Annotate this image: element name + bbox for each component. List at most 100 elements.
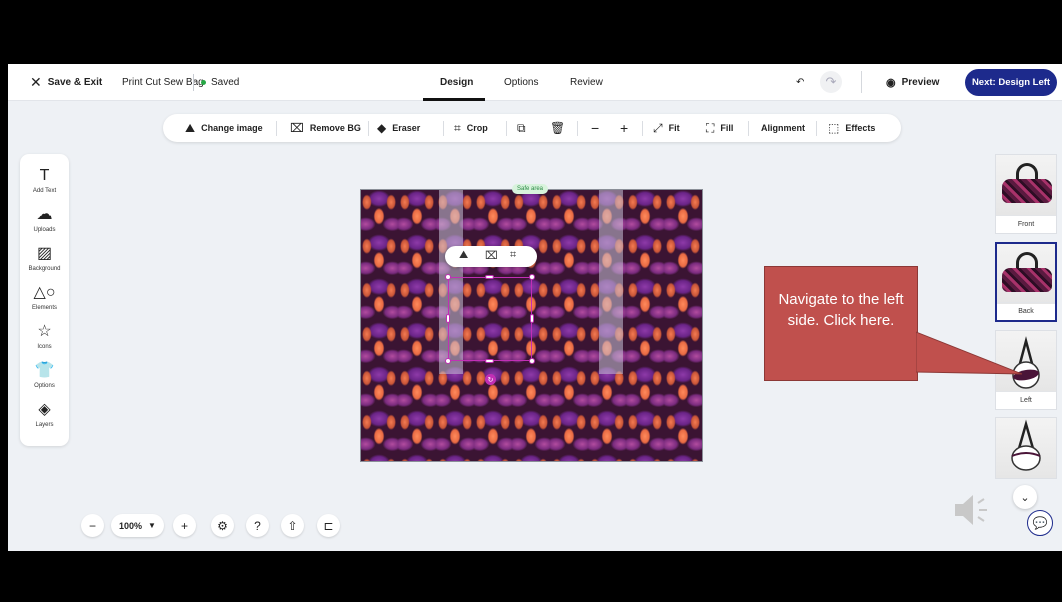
- active-tab-indicator: [423, 98, 485, 101]
- preview-button[interactable]: ◉ Preview: [886, 64, 939, 101]
- header-divider: [193, 74, 194, 91]
- tab-review[interactable]: Review: [570, 64, 603, 101]
- resize-handle-top[interactable]: [485, 275, 494, 279]
- elements-tool[interactable]: △○ Elements: [20, 283, 69, 323]
- toolbar-divider: [276, 121, 277, 136]
- header-divider-2: [861, 71, 862, 93]
- zoom-out-button[interactable]: −: [81, 514, 104, 537]
- resize-handle[interactable]: [529, 358, 535, 364]
- change-image-icon[interactable]: ⛰: [459, 249, 468, 262]
- save-exit-button[interactable]: ✕ Save & Exit: [30, 64, 102, 101]
- close-icon: ✕: [30, 74, 42, 90]
- resize-handle[interactable]: [445, 358, 451, 364]
- share-button[interactable]: ⇧: [281, 514, 304, 537]
- next-design-left-button[interactable]: Next: Design Left: [965, 69, 1057, 96]
- eraser-icon: ◆: [377, 121, 387, 135]
- resize-handle-left[interactable]: [446, 314, 450, 323]
- chat-button[interactable]: 💬: [1027, 510, 1053, 536]
- crop-icon[interactable]: ⌗: [510, 249, 516, 262]
- elements-icon: △○: [33, 284, 56, 301]
- fill-button[interactable]: ⛶ Fill: [706, 114, 733, 142]
- duplicate-icon[interactable]: ⧉: [517, 114, 526, 142]
- resize-handle[interactable]: [529, 274, 535, 280]
- tutorial-callout: Navigate to the left side. Click here.: [764, 266, 918, 381]
- toolbar-divider: [443, 121, 444, 136]
- toolbar-divider: [368, 121, 369, 136]
- zoom-out-image-icon[interactable]: −: [591, 114, 599, 142]
- zoom-in-image-icon[interactable]: +: [620, 114, 628, 142]
- eraser-button[interactable]: ◆ Eraser: [377, 114, 420, 142]
- icons-label: Icons: [37, 344, 52, 350]
- left-tool-rail: T Add Text ☁ Uploads ▨ Background △○ Ele…: [20, 154, 69, 446]
- chevron-down-icon: ⌄: [1020, 491, 1030, 504]
- save-status: Saved: [201, 64, 239, 101]
- resize-handle-right[interactable]: [530, 314, 534, 323]
- crop-icon: ⌗: [454, 120, 461, 135]
- crop-label: Crop: [466, 123, 488, 133]
- remove-bg-icon[interactable]: ⌧: [485, 249, 498, 262]
- upload-icon: ☁: [36, 206, 53, 223]
- icons-tool[interactable]: ☆ Icons: [20, 322, 69, 362]
- view-thumb-back[interactable]: Back: [995, 242, 1057, 322]
- speaker-icon[interactable]: [953, 491, 995, 529]
- safe-area-badge: Safe area: [512, 184, 549, 194]
- bag-shape: [1002, 268, 1052, 292]
- selection-mini-toolbar: ⛰ ⌧ ⌗: [445, 246, 537, 267]
- fit-button[interactable]: ⤢ Fit: [653, 114, 680, 142]
- save-exit-label: Save & Exit: [47, 77, 103, 88]
- plus-icon: +: [180, 518, 188, 533]
- tab-options[interactable]: Options: [504, 64, 538, 101]
- frame-icon: ⊏: [323, 518, 334, 533]
- help-button[interactable]: ?: [246, 514, 269, 537]
- star-icon: ☆: [37, 323, 52, 340]
- caret-down-icon: ▼: [148, 521, 156, 530]
- toolbar-divider: [816, 121, 817, 136]
- add-text-label: Add Text: [32, 188, 57, 194]
- redo-icon[interactable]: ↷: [820, 71, 842, 93]
- remove-bg-button[interactable]: ⌧ Remove BG: [290, 114, 361, 142]
- add-text-tool[interactable]: T Add Text: [20, 166, 69, 206]
- change-image-icon: ⛰: [185, 120, 196, 135]
- view-label-left: Left: [996, 391, 1056, 409]
- uploads-tool[interactable]: ☁ Uploads: [20, 205, 69, 245]
- layers-tool[interactable]: ◈ Layers: [20, 400, 69, 440]
- options-tool[interactable]: 👕 Options: [20, 361, 69, 401]
- delete-icon[interactable]: 🗑: [550, 114, 565, 142]
- effects-icon: ⬚: [828, 121, 840, 135]
- shirt-icon: 👕: [34, 362, 55, 379]
- zoom-dropdown[interactable]: 100% ▼: [111, 514, 164, 537]
- scroll-down-button[interactable]: ⌄: [1013, 485, 1037, 509]
- view-thumb-right[interactable]: [995, 417, 1057, 479]
- toolbar-divider: [748, 121, 749, 136]
- uploads-label: Uploads: [33, 227, 56, 233]
- resize-handle-bottom[interactable]: [485, 359, 494, 363]
- crop-view-button[interactable]: ⊏: [317, 514, 340, 537]
- effects-button[interactable]: ⬚ Effects: [828, 114, 875, 142]
- text-icon: T: [39, 167, 50, 184]
- help-icon: ?: [254, 518, 261, 533]
- rotate-handle-icon[interactable]: ↻: [485, 374, 496, 385]
- eye-icon: ◉: [886, 77, 896, 89]
- bag-shape: [1002, 179, 1052, 203]
- trash-glyph: 🗑: [550, 121, 566, 135]
- background-tool[interactable]: ▨ Background: [20, 244, 69, 284]
- crop-button[interactable]: ⌗ Crop: [454, 114, 488, 142]
- change-image-button[interactable]: ⛰ Change image: [185, 114, 263, 142]
- callout-pointer: [916, 331, 1023, 375]
- undo-icon[interactable]: ↶: [796, 64, 804, 101]
- change-image-label: Change image: [201, 123, 263, 133]
- background-label: Background: [28, 266, 61, 272]
- settings-button[interactable]: ⚙: [211, 514, 234, 537]
- options-label: Options: [34, 383, 55, 389]
- view-thumb-front[interactable]: Front: [995, 154, 1057, 234]
- view-label-back: Back: [997, 302, 1055, 320]
- remove-bg-icon: ⌧: [290, 121, 304, 135]
- tab-design[interactable]: Design: [440, 64, 473, 101]
- selected-image-frame[interactable]: [448, 277, 532, 361]
- duplicate-glyph: ⧉: [517, 120, 526, 135]
- bag-side-drawing: [1011, 419, 1041, 471]
- resize-handle[interactable]: [445, 274, 451, 280]
- fit-label: Fit: [668, 123, 680, 133]
- zoom-in-button[interactable]: +: [173, 514, 196, 537]
- alignment-button[interactable]: Alignment: [761, 114, 805, 142]
